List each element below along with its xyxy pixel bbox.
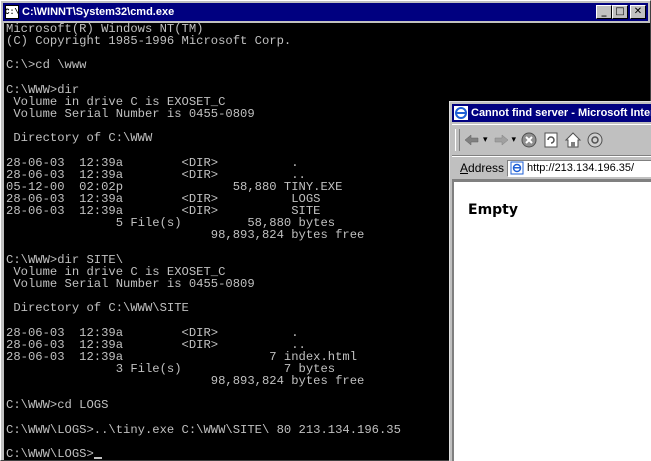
page-body-text: Empty — [468, 202, 518, 218]
back-icon — [464, 134, 479, 146]
home-button[interactable] — [564, 131, 582, 149]
address-value: http://213.134.196.35/ — [527, 162, 635, 174]
search-icon — [587, 132, 603, 148]
stop-icon — [521, 132, 537, 148]
address-label: Address — [460, 161, 505, 175]
console-line: C:\>cd \www — [6, 58, 87, 73]
cmd-window-controls: _ □ ✕ — [596, 5, 646, 19]
minimize-button[interactable]: _ — [596, 5, 612, 19]
forward-dropdown-icon[interactable]: ▾ — [512, 135, 517, 145]
console-line: (C) Copyright 1985-1996 Microsoft Corp. — [6, 34, 292, 49]
close-button[interactable]: ✕ — [630, 5, 646, 19]
refresh-icon — [544, 132, 558, 148]
ie-app-icon[interactable] — [454, 106, 468, 120]
page-icon — [510, 161, 524, 175]
ie-window: Cannot find server - Microsoft Internet … — [449, 101, 651, 461]
refresh-button[interactable] — [542, 131, 560, 149]
stop-button[interactable] — [520, 131, 538, 149]
console-cursor — [93, 457, 102, 460]
minimize-icon: _ — [601, 6, 607, 17]
close-icon: ✕ — [633, 6, 643, 17]
home-icon — [564, 132, 582, 148]
address-input[interactable]: http://213.134.196.35/ — [507, 159, 651, 177]
ie-window-title: Cannot find server - Microsoft Internet … — [471, 107, 651, 119]
search-button[interactable] — [586, 131, 604, 149]
maximize-button[interactable]: □ — [612, 5, 628, 19]
ie-titlebar[interactable]: Cannot find server - Microsoft Internet … — [452, 104, 651, 122]
cmd-window-title: C:\WINNT\System32\cmd.exe — [22, 6, 175, 18]
page-content: Empty — [452, 180, 651, 461]
forward-button[interactable]: ▾ — [492, 132, 517, 148]
cmd-icon[interactable]: C:\ — [5, 5, 19, 19]
ie-toolbar: ▾ ▾ — [452, 124, 651, 156]
cmd-titlebar[interactable]: C:\ C:\WINNT\System32\cmd.exe _ □ ✕ — [3, 3, 648, 21]
back-button[interactable]: ▾ — [463, 132, 488, 148]
maximize-icon: □ — [615, 6, 625, 17]
address-bar: Address http://213.134.196.35/ — [452, 156, 651, 180]
toolbar-grip[interactable] — [455, 129, 460, 151]
forward-icon — [494, 134, 508, 146]
back-dropdown-icon[interactable]: ▾ — [483, 135, 488, 145]
